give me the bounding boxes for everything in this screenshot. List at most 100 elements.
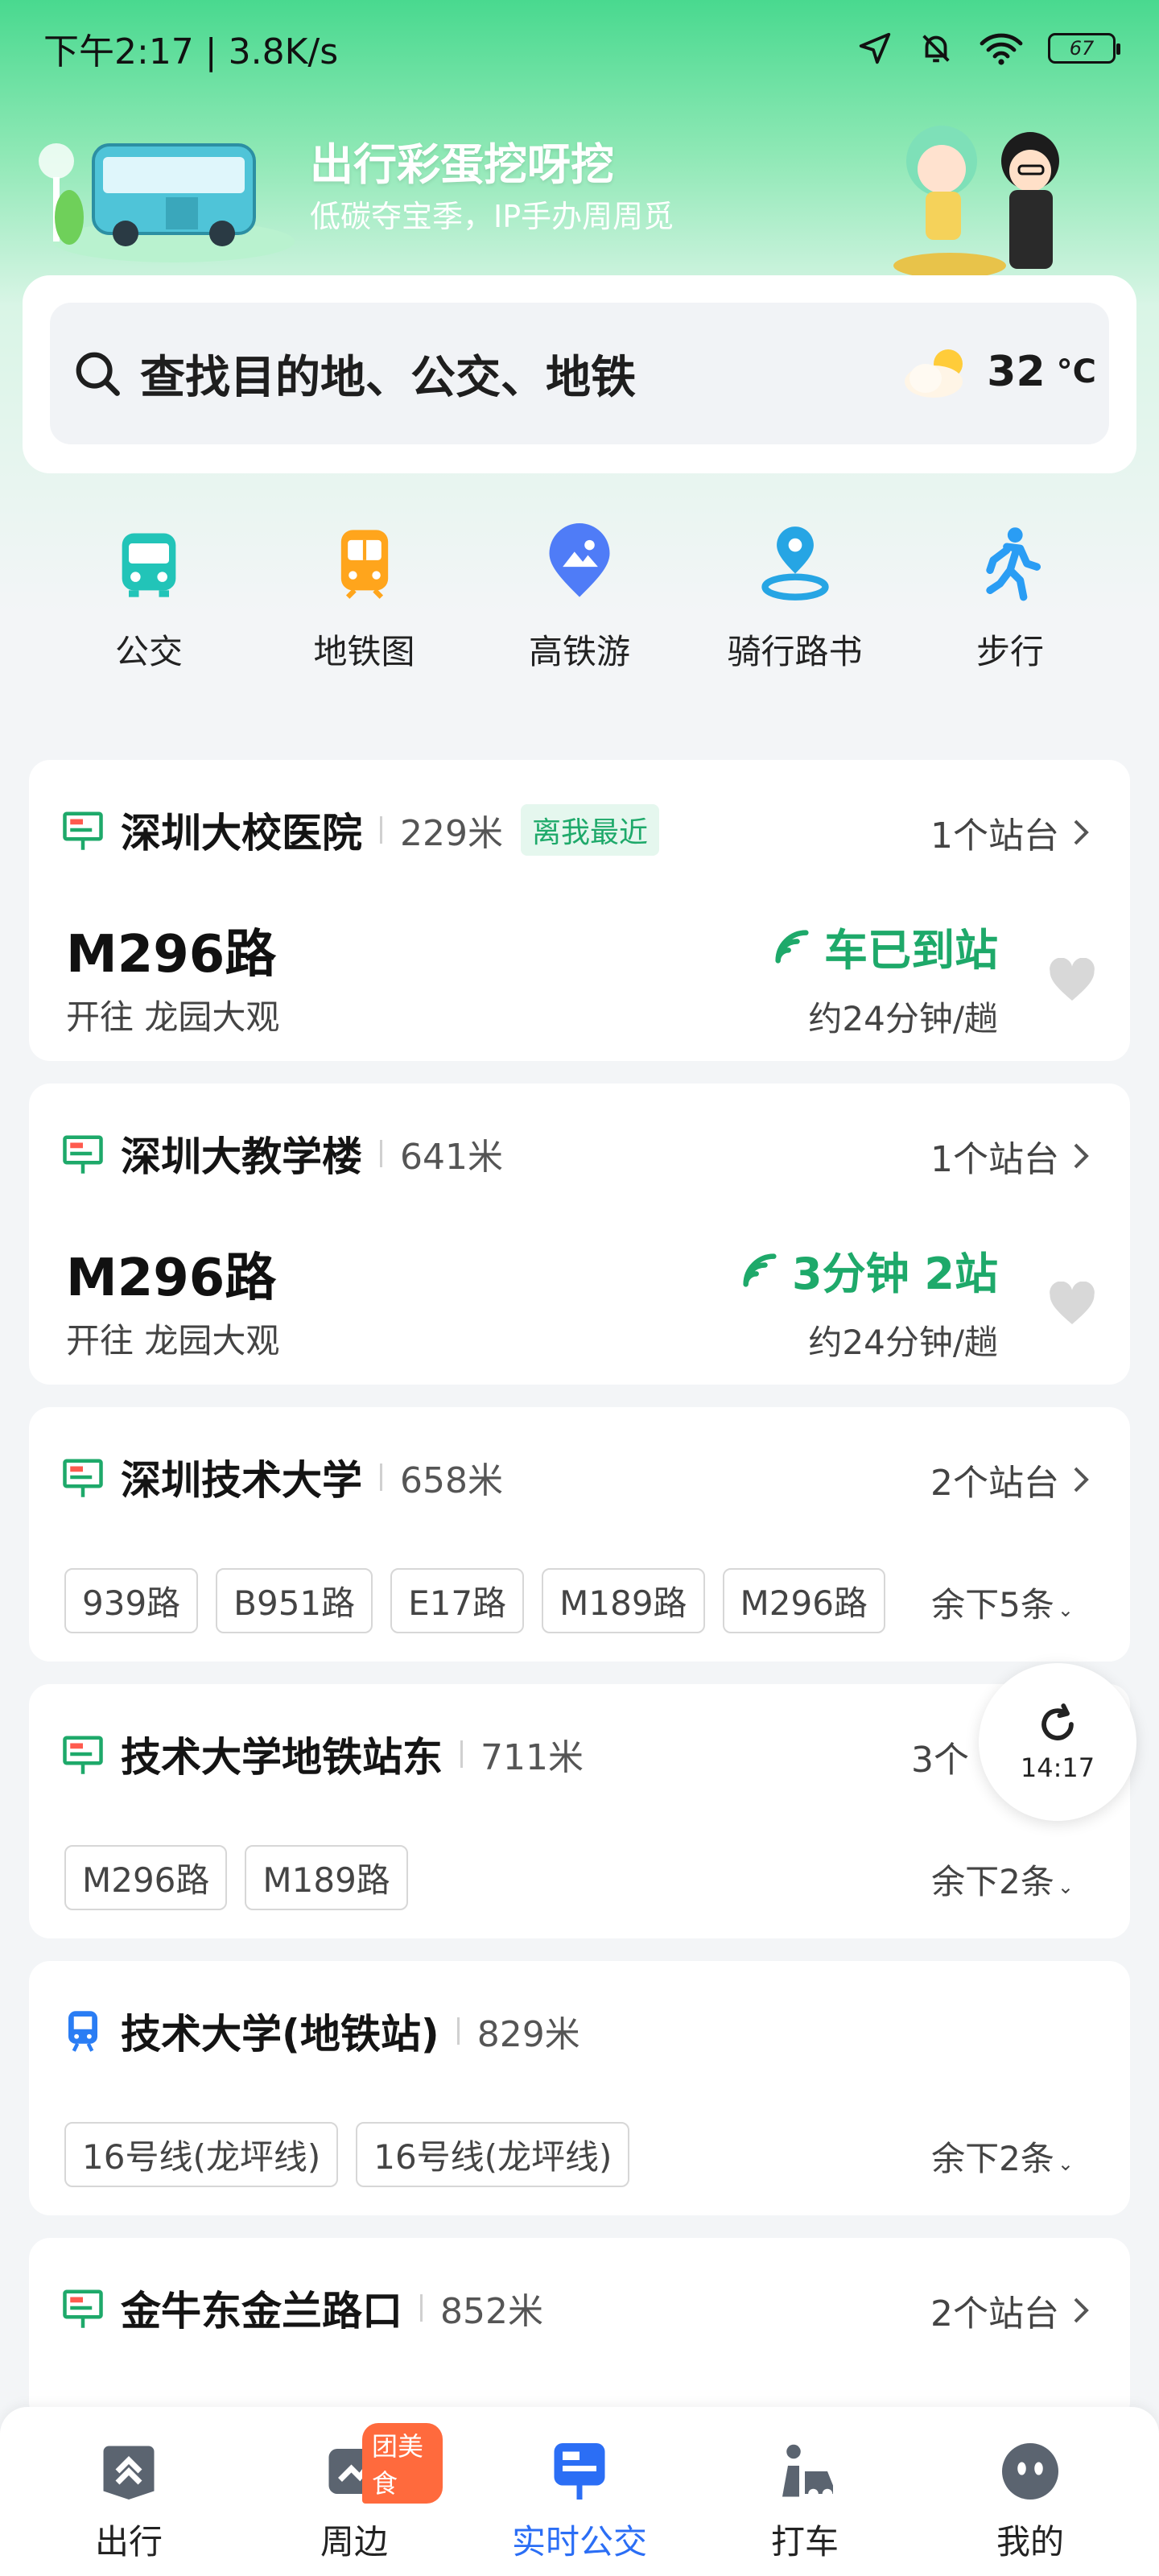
divider <box>460 1740 463 1768</box>
quick-nav-label: 步行 <box>975 632 1044 671</box>
platforms-link[interactable]: 3个 <box>911 1731 969 1782</box>
stop-card[interactable]: 深圳大教学楼 641米 1个站台 M296路 开往 龙园大观 3分钟 2站 约2… <box>29 1084 1130 1385</box>
route-tag[interactable]: E17路 <box>390 1568 525 1633</box>
walking-icon <box>986 527 1041 601</box>
bus-illustration-icon <box>39 143 295 262</box>
weather-widget[interactable]: 32 °C <box>898 341 1096 402</box>
temperature-value: 32 <box>987 348 1046 396</box>
search-card: 查找目的地、公交、地铁 32 °C <box>23 275 1136 473</box>
tab-label: 我的 <box>996 2522 1064 2562</box>
taxi-icon <box>782 2444 833 2500</box>
chevron-down-icon: ⌄ <box>1057 1876 1074 1898</box>
platforms-count: 3个 <box>911 1740 969 1781</box>
stop-card[interactable]: 深圳技术大学 658米 2个站台 939路 B951路 E17路 M189路 M… <box>29 1407 1130 1662</box>
cycling-route-icon <box>761 526 829 601</box>
partly-sunny-icon <box>905 349 963 398</box>
bus-stop-icon <box>63 811 103 850</box>
stop-name: 技术大学(地铁站) <box>121 2011 439 2058</box>
route-frequency: 约24分钟/趟 <box>808 999 998 1038</box>
route-name: M296路 <box>66 1249 277 1308</box>
refresh-icon <box>1041 1703 1074 1740</box>
platforms-link[interactable]: 2个站台 <box>930 1454 1091 1505</box>
realtime-signal-icon <box>743 1253 777 1287</box>
heart-icon[interactable] <box>1048 1282 1096 1327</box>
hsr-tour-icon <box>549 523 610 597</box>
quick-nav-label: 高铁游 <box>528 632 630 671</box>
search-placeholder: 查找目的地、公交、地铁 <box>140 351 636 404</box>
status-icons: 67 <box>856 30 1120 67</box>
quick-nav-hsr-tour[interactable]: 高铁游 <box>479 523 680 684</box>
tab-nearby[interactable]: 团美食 周边 <box>266 2407 443 2576</box>
stop-name: 深圳技术大学 <box>121 1457 362 1504</box>
arrival-text: 3分钟 2站 <box>792 1249 998 1299</box>
stop-card[interactable]: 深圳大校医院 229米 离我最近 1个站台 M296路 开往 龙园大观 车已到站… <box>29 760 1130 1061</box>
platforms-link[interactable]: 1个站台 <box>930 807 1091 858</box>
figurine-illustration-icon <box>893 126 1059 279</box>
route-tags: 16号线(龙坪线) 16号线(龙坪线) <box>64 2122 630 2187</box>
tab-taxi[interactable]: 打车 <box>716 2407 893 2576</box>
chevron-down-icon: ⌄ <box>1057 1599 1074 1621</box>
stop-name: 金牛东金兰路口 <box>121 2288 402 2334</box>
quick-nav-label: 公交 <box>114 632 183 671</box>
stop-header: 技术大学(地铁站) 829米 <box>61 2003 1098 2059</box>
bus-icon <box>122 533 176 597</box>
route-tag[interactable]: 939路 <box>64 1568 199 1633</box>
tab-travel[interactable]: 出行 <box>40 2407 217 2576</box>
stop-distance: 229米 <box>400 813 503 854</box>
arrival-text: 车已到站 <box>824 925 998 976</box>
tab-profile[interactable]: 我的 <box>942 2407 1119 2576</box>
quick-nav-label: 骑行路书 <box>727 632 863 671</box>
stop-name: 深圳大校医院 <box>121 810 362 857</box>
route-tag[interactable]: 16号线(龙坪线) <box>356 2122 630 2187</box>
tab-label: 打车 <box>770 2522 839 2562</box>
platforms-link[interactable]: 1个站台 <box>930 1130 1091 1182</box>
wifi-icon <box>980 33 1023 65</box>
platforms-count: 2个站台 <box>930 2293 1059 2334</box>
divider <box>380 816 382 844</box>
route-tag[interactable]: M189路 <box>245 1845 408 1910</box>
remaining-text: 余下2条 <box>931 1862 1054 1901</box>
quick-nav-bus[interactable]: 公交 <box>48 523 250 684</box>
quick-nav-label: 地铁图 <box>313 632 415 671</box>
arrival-status: 3分钟 2站 <box>739 1238 998 1302</box>
route-tag[interactable]: M296路 <box>722 1568 885 1633</box>
refresh-button[interactable]: 14:17 <box>979 1663 1136 1821</box>
stop-card[interactable]: 技术大学(地铁站) 829米 16号线(龙坪线) 16号线(龙坪线) 余下2条 ⌄ <box>29 1961 1130 2215</box>
route-tag[interactable]: M189路 <box>542 1568 705 1633</box>
promo-banner[interactable]: 出行彩蛋挖呀挖 低碳夺宝季，IP手办周周觅 <box>0 97 1159 282</box>
stop-distance: 658米 <box>400 1460 503 1501</box>
platforms-count: 2个站台 <box>930 1463 1059 1504</box>
remaining-routes-toggle[interactable]: 余下2条 ⌄ <box>931 2132 1074 2181</box>
mute-bell-icon <box>922 35 950 63</box>
stop-card[interactable]: 技术大学地铁站东 711米 3个 M296路 M189路 余下2条 ⌄ <box>29 1684 1130 1938</box>
divider <box>420 2294 423 2322</box>
remaining-routes-toggle[interactable]: 余下5条 ⌄ <box>931 1578 1074 1627</box>
remaining-text: 余下2条 <box>931 2139 1054 2178</box>
route-frequency: 约24分钟/趟 <box>808 1323 998 1362</box>
quick-nav-cycling[interactable]: 骑行路书 <box>695 523 896 684</box>
quick-nav: 公交 地铁图 高铁游 骑行路书 步行 <box>0 523 1159 684</box>
platforms-count: 1个站台 <box>930 1139 1059 1180</box>
nearby-food-badge: 团美食 <box>362 2423 443 2504</box>
route-name: M296路 <box>66 925 277 985</box>
stop-card[interactable]: 金牛东金兰路口 852米 2个站台 <box>29 2238 1130 2423</box>
remaining-routes-toggle[interactable]: 余下2条 ⌄ <box>931 1855 1074 1904</box>
bus-stop-icon <box>63 1135 103 1174</box>
tab-realtime-bus[interactable]: 实时公交 <box>491 2407 668 2576</box>
remaining-text: 余下5条 <box>931 1585 1054 1624</box>
heart-icon[interactable] <box>1048 958 1096 1003</box>
route-tag[interactable]: M296路 <box>64 1845 228 1910</box>
route-tag[interactable]: 16号线(龙坪线) <box>64 2122 339 2187</box>
route-tag[interactable]: B951路 <box>216 1568 373 1633</box>
bus-stop-icon <box>63 2289 103 2328</box>
banner-title: 出行彩蛋挖呀挖 <box>310 139 614 190</box>
stop-name: 技术大学地铁站东 <box>121 1734 443 1781</box>
route-direction: 开往 龙园大观 <box>66 997 280 1037</box>
chevron-right-icon <box>1074 1143 1089 1169</box>
divider <box>380 1140 382 1167</box>
platforms-link[interactable]: 2个站台 <box>930 2285 1091 2336</box>
refresh-time: 14:17 <box>1020 1752 1095 1783</box>
search-input[interactable]: 查找目的地、公交、地铁 32 °C <box>50 303 1109 444</box>
quick-nav-subway[interactable]: 地铁图 <box>264 523 465 684</box>
quick-nav-walking[interactable]: 步行 <box>909 523 1111 684</box>
